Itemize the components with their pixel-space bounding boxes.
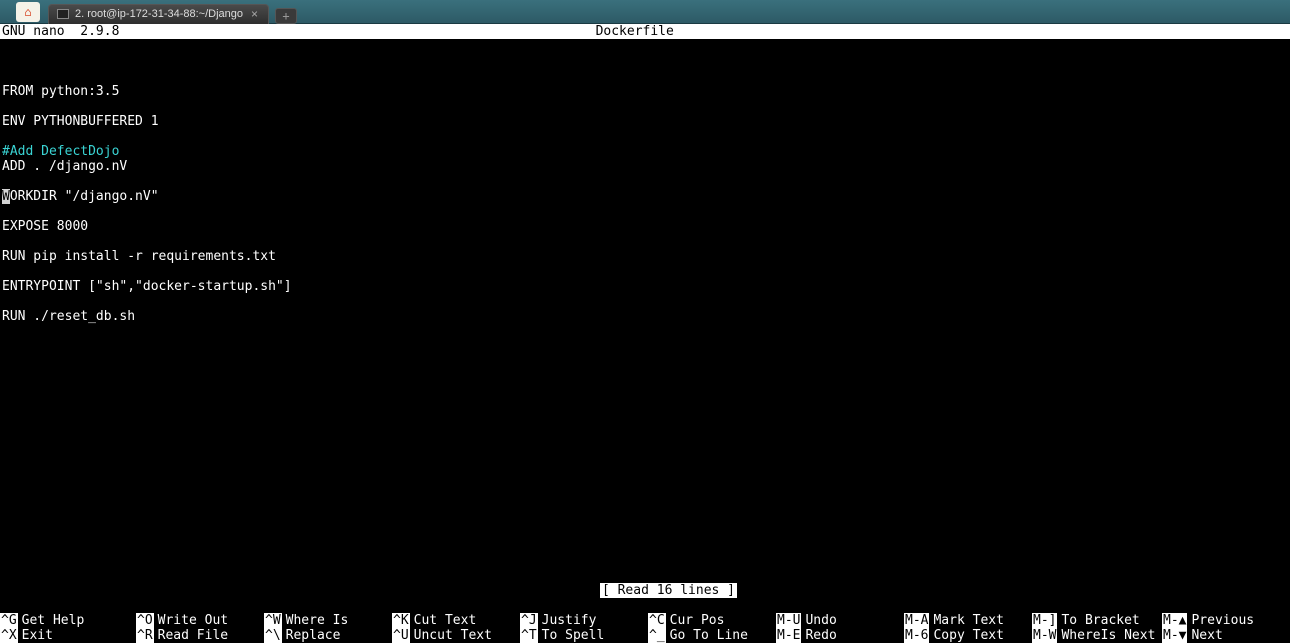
shortcut-label: WhereIs Next <box>1057 628 1155 643</box>
tab-title: 2. root@ip-172-31-34-88:~/Django <box>75 8 243 20</box>
shortcut-label: Write Out <box>154 613 228 628</box>
editor-line <box>2 174 1288 189</box>
shortcut-key: M-E <box>776 628 801 643</box>
titlebar: ⌂ 2. root@ip-172-31-34-88:~/Django × + <box>0 0 1290 24</box>
tab-close-button[interactable]: × <box>249 7 260 21</box>
shortcut-key: ^J <box>520 613 538 628</box>
shortcut-label: Go To Line <box>666 628 748 643</box>
shortcut-key: ^G <box>0 613 18 628</box>
shortcut-cell: ^OWrite Out <box>136 613 264 628</box>
editor-line <box>2 129 1288 144</box>
shortcut-label: Copy Text <box>929 628 1003 643</box>
shortcut-label: Get Help <box>18 613 85 628</box>
shortcut-cell: ^GGet Help <box>0 613 136 628</box>
shortcut-label: Uncut Text <box>410 628 492 643</box>
shortcut-cell: ^\Replace <box>264 628 392 643</box>
editor-line: ENV PYTHONBUFFERED 1 <box>2 114 1288 129</box>
plus-icon: + <box>282 9 289 23</box>
shortcut-key: ^K <box>392 613 410 628</box>
editor-line: RUN ./reset_db.sh <box>2 309 1288 324</box>
shortcut-cell: ^RRead File <box>136 628 264 643</box>
editor-line: EXPOSE 8000 <box>2 219 1288 234</box>
home-icon: ⌂ <box>24 5 31 19</box>
shortcut-cell: ^JJustify <box>520 613 648 628</box>
shortcut-key: ^_ <box>648 628 666 643</box>
shortcut-cell: M-▼Next <box>1162 628 1290 643</box>
tab-terminal[interactable]: 2. root@ip-172-31-34-88:~/Django × <box>48 4 269 24</box>
tab-strip: 2. root@ip-172-31-34-88:~/Django × + <box>44 0 297 24</box>
shortcut-key: M-] <box>1032 613 1057 628</box>
shortcut-key: ^C <box>648 613 666 628</box>
shortcut-label: To Spell <box>538 628 605 643</box>
editor-line: ENTRYPOINT ["sh","docker-startup.sh"] <box>2 279 1288 294</box>
editor-line: FROM python:3.5 <box>2 84 1288 99</box>
nano-app-name: GNU nano <box>2 24 65 39</box>
shortcut-cell: M-WWhereIs Next <box>1032 628 1162 643</box>
editor-line <box>2 294 1288 309</box>
shortcut-key: M-W <box>1032 628 1057 643</box>
nano-shortcut-help: ^GGet Help^OWrite Out^WWhere Is^KCut Tex… <box>0 613 1290 643</box>
nano-status-message: [ Read 16 lines ] <box>600 583 737 598</box>
shortcut-label: Justify <box>538 613 597 628</box>
new-tab-button[interactable]: + <box>275 8 297 24</box>
shortcut-label: Exit <box>18 628 53 643</box>
shortcut-key: ^\ <box>264 628 282 643</box>
shortcut-row-1: ^GGet Help^OWrite Out^WWhere Is^KCut Tex… <box>0 613 1290 628</box>
shortcut-key: ^T <box>520 628 538 643</box>
shortcut-label: Cur Pos <box>666 613 725 628</box>
shortcut-row-2: ^XExit^RRead File^\Replace^UUncut Text^T… <box>0 628 1290 643</box>
shortcut-cell: ^CCur Pos <box>648 613 776 628</box>
editor-line: RUN pip install -r requirements.txt <box>2 249 1288 264</box>
editor-content[interactable]: FROM python:3.5 ENV PYTHONBUFFERED 1 #Ad… <box>0 39 1290 324</box>
nano-titlebar: GNU nano 2.9.8 Dockerfile <box>0 24 1290 39</box>
shortcut-label: Read File <box>154 628 228 643</box>
shortcut-label: To Bracket <box>1057 613 1139 628</box>
shortcut-cell: ^KCut Text <box>392 613 520 628</box>
shortcut-cell: M-6Copy Text <box>904 628 1032 643</box>
shortcut-key: ^X <box>0 628 18 643</box>
shortcut-cell: ^UUncut Text <box>392 628 520 643</box>
editor-line <box>2 264 1288 279</box>
shortcut-key: ^O <box>136 613 154 628</box>
shortcut-cell: ^XExit <box>0 628 136 643</box>
shortcut-cell: M-AMark Text <box>904 613 1032 628</box>
shortcut-cell: ^WWhere Is <box>264 613 392 628</box>
editor-line: ADD . /django.nV <box>2 159 1288 174</box>
shortcut-cell: M-UUndo <box>776 613 904 628</box>
editor-line <box>2 99 1288 114</box>
cursor: W <box>2 189 10 204</box>
shortcut-label: Where Is <box>282 613 349 628</box>
shortcut-cell: ^_Go To Line <box>648 628 776 643</box>
shortcut-cell: ^TTo Spell <box>520 628 648 643</box>
shortcut-key: ^W <box>264 613 282 628</box>
shortcut-label: Redo <box>801 628 836 643</box>
shortcut-label: Replace <box>282 628 341 643</box>
editor-line <box>2 204 1288 219</box>
terminal-icon <box>57 9 69 19</box>
editor-line: WORKDIR "/django.nV" <box>2 189 1288 204</box>
editor-line: #Add DefectDojo <box>2 144 1288 159</box>
shortcut-label: Next <box>1187 628 1222 643</box>
shortcut-key: M-U <box>776 613 801 628</box>
shortcut-key: M-6 <box>904 628 929 643</box>
nano-version: 2.9.8 <box>80 24 119 39</box>
shortcut-label: Undo <box>801 613 836 628</box>
shortcut-key: M-▲ <box>1162 613 1187 628</box>
shortcut-key: M-▼ <box>1162 628 1187 643</box>
shortcut-label: Mark Text <box>929 613 1003 628</box>
nano-filename: Dockerfile <box>119 24 1290 39</box>
home-button[interactable]: ⌂ <box>16 2 40 22</box>
shortcut-key: ^R <box>136 628 154 643</box>
shortcut-label: Previous <box>1187 613 1254 628</box>
shortcut-cell: M-ERedo <box>776 628 904 643</box>
terminal-area[interactable]: GNU nano 2.9.8 Dockerfile FROM python:3.… <box>0 24 1290 643</box>
editor-line <box>2 234 1288 249</box>
nano-statusline: [ Read 16 lines ] <box>0 568 1290 613</box>
shortcut-label: Cut Text <box>410 613 477 628</box>
shortcut-cell: M-▲Previous <box>1162 613 1290 628</box>
shortcut-cell: M-]To Bracket <box>1032 613 1162 628</box>
shortcut-key: M-A <box>904 613 929 628</box>
shortcut-key: ^U <box>392 628 410 643</box>
